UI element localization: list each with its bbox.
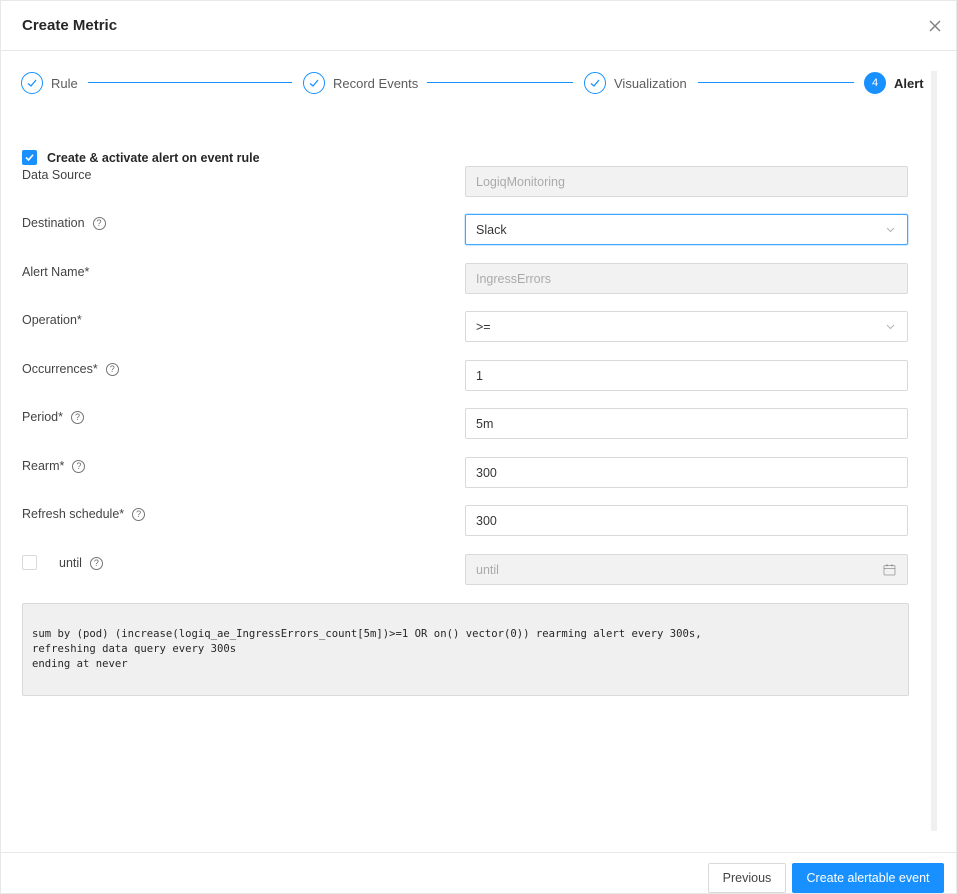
field-label-text: Destination: [22, 216, 85, 230]
period-input[interactable]: 5m: [465, 408, 908, 439]
refresh-schedule-label: Refresh schedule* ?: [22, 507, 146, 521]
activate-alert-label: Create & activate alert on event rule: [47, 150, 260, 165]
operation-select[interactable]: >=: [465, 311, 908, 342]
field-label-text: Refresh schedule*: [22, 507, 125, 521]
query-line: refreshing data query every 300s: [32, 643, 237, 655]
field-label-text: Occurrences*: [22, 362, 98, 376]
modal-footer: Previous Create alertable event: [1, 852, 957, 894]
step-connector: [427, 82, 573, 83]
check-icon: [584, 72, 606, 94]
until-date-picker: until: [465, 554, 908, 585]
step-rule[interactable]: Rule: [21, 71, 78, 95]
rearm-label: Rearm* ?: [22, 459, 86, 473]
period-value: 5m: [476, 416, 494, 431]
rearm-value: 300: [476, 465, 497, 480]
field-label-text: Operation*: [22, 313, 82, 327]
check-icon: [21, 72, 43, 94]
create-metric-modal: Create Metric Rule Record Events Visuali…: [0, 0, 957, 894]
steps-bar: Rule Record Events Visualization 4 Alert: [21, 71, 926, 95]
until-placeholder: until: [476, 562, 499, 577]
step-label: Visualization: [614, 75, 687, 91]
help-icon[interactable]: ?: [71, 410, 84, 424]
scrollbar[interactable]: [931, 71, 937, 831]
step-label: Rule: [51, 75, 78, 91]
modal-header: Create Metric: [1, 1, 957, 51]
chevron-down-icon: [886, 227, 895, 233]
step-label: Record Events: [333, 75, 419, 91]
activate-alert-row[interactable]: Create & activate alert on event rule: [22, 150, 260, 165]
destination-label: Destination ?: [22, 216, 106, 230]
alert-name-field: IngressErrors: [465, 263, 908, 294]
query-summary: sum by (pod) (increase(logiq_ae_IngressE…: [22, 603, 909, 696]
rearm-input[interactable]: 300: [465, 457, 908, 488]
create-alertable-event-button[interactable]: Create alertable event: [792, 863, 944, 893]
refresh-schedule-value: 300: [476, 513, 497, 528]
checkmark-icon: [25, 154, 34, 162]
destination-value: Slack: [476, 222, 507, 237]
occurrences-value: 1: [476, 368, 483, 383]
data-source-label: Data Source: [22, 168, 91, 182]
operation-label: Operation*: [22, 313, 82, 327]
step-label: Alert: [894, 75, 924, 91]
help-icon[interactable]: ?: [89, 556, 103, 570]
step-number-badge: 4: [864, 72, 886, 94]
step-connector: [698, 82, 854, 83]
step-alert[interactable]: 4 Alert: [864, 71, 924, 95]
field-label-text: Data Source: [22, 168, 92, 182]
chevron-down-icon: [886, 324, 895, 330]
help-icon[interactable]: ?: [132, 507, 146, 521]
data-source-field: LogiqMonitoring: [465, 166, 908, 197]
step-record-events[interactable]: Record Events: [303, 71, 418, 95]
help-icon[interactable]: ?: [92, 216, 106, 230]
operation-value: >=: [476, 319, 491, 334]
period-label: Period* ?: [22, 410, 84, 424]
refresh-schedule-input[interactable]: 300: [465, 505, 908, 536]
query-line: ending at never: [32, 658, 128, 670]
data-source-value: LogiqMonitoring: [476, 174, 565, 189]
close-icon[interactable]: [926, 17, 944, 35]
check-icon: [303, 72, 325, 94]
activate-alert-checkbox[interactable]: [22, 150, 37, 165]
occurrences-label: Occurrences* ?: [22, 362, 119, 376]
occurrences-input[interactable]: 1: [465, 360, 908, 391]
field-label-text: Period*: [22, 410, 63, 424]
until-label: until ?: [59, 556, 103, 570]
step-visualization[interactable]: Visualization: [584, 71, 687, 95]
alert-name-value: IngressErrors: [476, 271, 552, 286]
help-icon[interactable]: ?: [105, 362, 119, 376]
alert-name-label: Alert Name*: [22, 265, 89, 279]
destination-select[interactable]: Slack: [465, 214, 908, 245]
field-label-text: Rearm*: [22, 459, 65, 473]
field-label-text: Alert Name*: [22, 265, 90, 279]
previous-button[interactable]: Previous: [708, 863, 786, 893]
step-connector: [88, 82, 292, 83]
query-line: sum by (pod) (increase(logiq_ae_IngressE…: [32, 628, 702, 640]
until-checkbox[interactable]: [22, 555, 37, 570]
calendar-icon: [883, 564, 896, 576]
modal-title: Create Metric: [22, 17, 118, 34]
help-icon[interactable]: ?: [72, 459, 86, 473]
field-label-text: until: [59, 556, 82, 570]
